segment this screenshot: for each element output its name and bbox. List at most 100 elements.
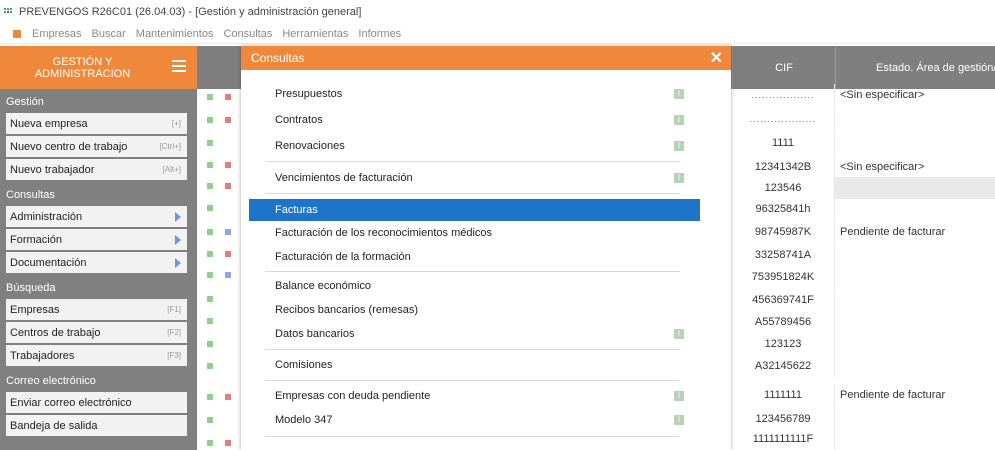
status-green-icon	[207, 394, 213, 400]
table-row[interactable]: 753951824K	[732, 266, 995, 288]
cell-cif: A55789456	[732, 311, 835, 333]
arrow-right-icon	[175, 234, 181, 245]
cell-cif: 123123	[732, 333, 835, 355]
cell-cif: 1111111	[732, 384, 835, 406]
option-renovaciones[interactable]: Renovaciones i	[249, 135, 700, 157]
sidebar-item-label: Formación	[10, 233, 62, 246]
table-row[interactable]: 456369741F	[732, 289, 995, 311]
menu-mantenimientos[interactable]: Mantenimientos	[136, 28, 214, 40]
info-icon[interactable]: i	[674, 89, 684, 99]
close-icon[interactable]: ✕	[710, 48, 723, 68]
option-balance-economico[interactable]: Balance económico	[249, 275, 700, 297]
status-flag-icon	[225, 394, 231, 400]
cell-cif: 12341342B	[732, 156, 835, 178]
option-vencimientos[interactable]: Vencimientos de facturación i	[249, 167, 700, 189]
status-flag-icon	[225, 272, 231, 278]
divider	[265, 349, 680, 350]
sidebar-item-label: Administración	[10, 210, 83, 223]
option-facturas[interactable]: Facturas	[249, 199, 700, 221]
sidebar-item-trabajadores[interactable]: Trabajadores [F3]	[6, 345, 187, 366]
menu-herramientas[interactable]: Herramientas	[282, 28, 348, 40]
table-row[interactable]: 98745987K Pendiente de facturar	[732, 221, 995, 243]
option-empresas-deuda[interactable]: Empresas con deuda pendiente i	[249, 385, 700, 407]
table-row[interactable]: 123546	[732, 177, 995, 199]
option-modelo-347[interactable]: Modelo 347 i	[249, 409, 700, 431]
table-row[interactable]: .................. <Sin especificar>	[732, 84, 995, 106]
menu-empresas[interactable]: Empresas	[32, 28, 82, 40]
info-icon[interactable]: i	[674, 115, 684, 125]
sidebar-item-enviar-correo[interactable]: Enviar correo electrónico	[6, 392, 187, 413]
info-icon[interactable]: i	[674, 329, 684, 339]
sidebar-item-centros[interactable]: Centros de trabajo [F2]	[6, 322, 187, 343]
menu-bar: Empresas Buscar Mantenimientos Consultas…	[0, 24, 995, 44]
sidebar-item-nuevo-trabajador[interactable]: Nuevo trabajador [Alt+]	[6, 159, 187, 180]
option-recibos-bancarios[interactable]: Recibos bancarios (remesas)	[249, 299, 700, 321]
table-row[interactable]: 123123	[732, 333, 995, 355]
status-green-icon	[207, 94, 213, 100]
column-header-cif[interactable]: CIF	[732, 46, 835, 89]
hamburger-icon[interactable]	[172, 60, 186, 72]
sidebar-item-empresas[interactable]: Empresas [F1]	[6, 299, 187, 320]
cell-estado	[835, 132, 995, 154]
status-green-icon	[207, 363, 213, 369]
menu-square-icon	[13, 29, 21, 38]
cell-estado	[835, 428, 995, 450]
cell-estado	[835, 198, 995, 220]
status-green-icon	[207, 318, 213, 324]
table-row[interactable]: 33258741A	[732, 244, 995, 266]
option-datos-bancarios[interactable]: Datos bancarios i	[249, 323, 700, 345]
table-row[interactable]: 96325841h	[732, 198, 995, 220]
shortcut-label: [Ctrl+]	[159, 142, 181, 151]
option-comisiones[interactable]: Comisiones	[249, 354, 700, 376]
table-row[interactable]: 1111111111F	[732, 428, 995, 450]
cell-cif: ..................	[732, 84, 835, 106]
table-row[interactable]: 1111	[732, 132, 995, 154]
menu-buscar[interactable]: Buscar	[92, 28, 126, 40]
sidebar-item-nuevo-centro[interactable]: Nuevo centro de trabajo [Ctrl+]	[6, 136, 187, 157]
cell-estado	[835, 355, 995, 377]
option-contratos[interactable]: Contratos i	[249, 109, 700, 131]
cell-cif: 33258741A	[732, 244, 835, 266]
sidebar-item-bandeja-salida[interactable]: Bandeja de salida	[6, 415, 187, 436]
info-icon[interactable]: i	[674, 141, 684, 151]
status-green-icon	[207, 341, 213, 347]
table-row[interactable]: A32145622	[732, 355, 995, 377]
sidebar-item-documentacion[interactable]: Documentación	[6, 252, 187, 273]
info-icon[interactable]: i	[674, 173, 684, 183]
option-facturacion-reconocimientos[interactable]: Facturación de los reconocimientos médic…	[249, 222, 700, 244]
status-flag-icon	[225, 162, 231, 168]
table-row[interactable]: ...................	[732, 108, 995, 130]
sidebar-item-label: Nuevo trabajador	[10, 163, 95, 176]
table-row[interactable]: A55789456	[732, 311, 995, 333]
table-row[interactable]: 12341342B <Sin especificar>	[732, 156, 995, 178]
cell-estado: Pendiente de facturar	[840, 226, 946, 238]
option-facturacion-formacion[interactable]: Facturación de la formación	[249, 246, 700, 268]
option-presupuestos[interactable]: Presupuestos i	[249, 83, 700, 105]
sidebar-item-label: Trabajadores	[10, 349, 75, 362]
menu-consultas[interactable]: Consultas	[223, 28, 272, 40]
sidebar-section-busqueda: Búsqueda	[6, 282, 56, 294]
sidebar-item-label: Bandeja de salida	[10, 419, 98, 432]
status-flag-icon	[225, 117, 231, 123]
status-green-icon	[207, 205, 213, 211]
sidebar: GESTIÓN Y ADMINISTRACION Gestión Nueva e…	[0, 46, 197, 450]
column-header-estado[interactable]: Estado. Área de gestión/adr	[835, 46, 995, 89]
divider	[265, 436, 680, 437]
sidebar-item-nueva-empresa[interactable]: Nueva empresa [+]	[6, 113, 187, 134]
cell-estado	[835, 266, 995, 288]
menu-informes[interactable]: Informes	[358, 28, 401, 40]
shortcut-label: [F3]	[167, 351, 181, 360]
table-row[interactable]: 123456789	[732, 408, 995, 430]
info-icon[interactable]: i	[674, 391, 684, 401]
status-flag-icon	[225, 229, 231, 235]
divider	[265, 271, 680, 272]
cell-estado: <Sin especificar>	[840, 161, 925, 173]
status-green-icon	[207, 440, 213, 446]
info-icon[interactable]: i	[674, 415, 684, 425]
sidebar-item-formacion[interactable]: Formación	[6, 229, 187, 250]
cell-estado	[835, 333, 995, 355]
status-flag-icon	[225, 251, 231, 257]
table-row[interactable]: 1111111 Pendiente de facturar	[732, 384, 995, 406]
sidebar-title: GESTIÓN Y ADMINISTRACION	[34, 55, 131, 80]
sidebar-item-administracion[interactable]: Administración	[6, 206, 187, 227]
